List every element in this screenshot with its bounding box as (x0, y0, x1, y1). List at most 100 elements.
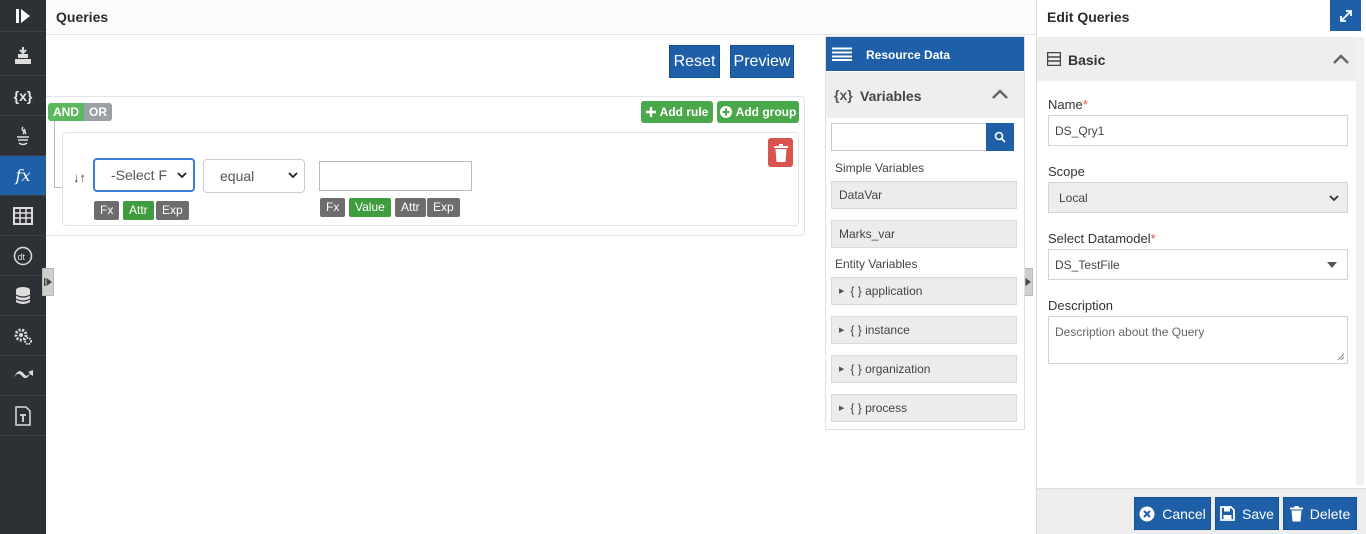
functions-icon[interactable]: fx (0, 156, 46, 196)
required-mark: * (1150, 231, 1156, 246)
plus-icon (645, 107, 656, 117)
workflow-icon[interactable] (0, 356, 46, 396)
entity-name: { } instance (850, 323, 910, 337)
variables-glyph: {x} (13, 87, 33, 104)
resource-data-panel: Resource Data {x} Variables Simple Varia… (825, 36, 1025, 430)
variables-header[interactable]: {x} Variables (826, 72, 1024, 118)
left-exp-tag[interactable]: Exp (156, 201, 189, 220)
left-fx-tag[interactable]: Fx (94, 201, 120, 220)
simple-variable-item[interactable]: DataVar (831, 181, 1017, 209)
simple-variable-item[interactable]: Marks_var (831, 220, 1017, 248)
edit-panel-scrollbar[interactable] (1356, 37, 1364, 485)
right-attr-tag[interactable]: Attr (395, 198, 426, 217)
variables-icon[interactable]: {x} (0, 76, 46, 116)
chevron-down-icon (177, 172, 187, 179)
delete-rule-button[interactable] (768, 138, 793, 167)
scope-select[interactable]: Local (1048, 182, 1348, 213)
save-button[interactable]: Save (1215, 497, 1279, 530)
basic-section-header[interactable]: Basic (1037, 37, 1362, 81)
reset-button[interactable]: Reset (669, 45, 720, 78)
datatable-icon[interactable]: dt (0, 236, 46, 276)
caret-right-icon: ▶ (839, 405, 845, 412)
resize-grip-icon[interactable] (1337, 353, 1345, 361)
field-select[interactable]: -Select F (93, 158, 195, 192)
drag-sort-icon[interactable]: ↓↑ (73, 170, 86, 185)
expand-arrows-icon (1339, 9, 1352, 22)
variable-search-button[interactable] (986, 123, 1014, 151)
add-rule-button[interactable]: Add rule (641, 101, 713, 123)
settings-gears-icon[interactable] (0, 316, 46, 356)
left-panel-handle[interactable] (42, 268, 54, 296)
cancel-circle-icon (1139, 506, 1155, 521)
page-title: Queries (56, 9, 109, 25)
entity-variable-item[interactable]: ▶ { } instance (831, 316, 1017, 344)
datamodel-select[interactable]: DS_TestFile (1048, 249, 1348, 280)
simple-variables-label: Simple Variables (835, 161, 925, 175)
variables-title: Variables (860, 88, 922, 104)
list-icon (832, 47, 852, 61)
name-label: Name* (1048, 97, 1088, 112)
variable-search-input[interactable] (831, 123, 987, 151)
edit-queries-header: Edit Queries (1037, 0, 1366, 35)
database-icon[interactable] (0, 276, 46, 316)
description-placeholder: Description about the Query (1055, 325, 1205, 339)
form-icon (1047, 52, 1061, 66)
description-label: Description (1048, 298, 1114, 313)
operator-select[interactable]: equal (203, 159, 305, 193)
description-textarea[interactable]: Description about the Query (1048, 316, 1348, 364)
expand-panel-button[interactable] (1330, 0, 1361, 31)
resource-data-header[interactable]: Resource Data (826, 37, 1024, 71)
caret-right-icon: ▶ (839, 288, 845, 295)
name-input-value: DS_Qry1 (1055, 123, 1105, 138)
right-value-tag[interactable]: Value (349, 198, 391, 217)
edit-footer: Cancel Save Delete (1037, 488, 1366, 534)
preview-button[interactable]: Preview (730, 45, 794, 78)
floppy-disk-icon (1220, 506, 1235, 521)
delete-label: Delete (1309, 505, 1351, 522)
variable-name: DataVar (839, 188, 883, 202)
save-label: Save (1242, 505, 1274, 522)
java-icon[interactable] (0, 116, 46, 156)
field-select-value: -Select F (111, 167, 168, 183)
entity-name: { } process (850, 401, 908, 415)
required-mark: * (1082, 97, 1088, 112)
svg-text:dt: dt (18, 252, 26, 262)
or-button[interactable]: OR (84, 103, 112, 121)
name-label-text: Name (1048, 97, 1083, 112)
caret-right-icon: ▶ (839, 327, 845, 334)
and-button[interactable]: AND (48, 103, 84, 121)
chevron-down-icon (288, 172, 298, 179)
import-icon[interactable] (0, 36, 46, 76)
cancel-button[interactable]: Cancel (1134, 497, 1211, 530)
chevron-up-icon[interactable] (992, 89, 1008, 99)
right-exp-tag[interactable]: Exp (427, 198, 460, 217)
add-rule-label: Add rule (659, 105, 709, 119)
right-fx-tag[interactable]: Fx (320, 198, 346, 217)
text-template-icon[interactable] (0, 396, 46, 436)
entity-variables-label: Entity Variables (835, 257, 918, 271)
chevron-up-icon[interactable] (1333, 54, 1349, 64)
entity-variable-item[interactable]: ▶ { } organization (831, 355, 1017, 383)
cancel-label: Cancel (1162, 505, 1206, 522)
basic-section-title: Basic (1068, 52, 1106, 68)
add-group-button[interactable]: Add group (717, 101, 799, 123)
variables-fx-icon: {x} (834, 87, 853, 103)
rule-value-input[interactable] (319, 161, 472, 191)
queries-header: Queries (46, 0, 1036, 35)
scope-select-value: Local (1059, 190, 1088, 205)
variable-name: Marks_var (839, 227, 896, 241)
operator-select-value: equal (220, 168, 255, 184)
entity-variable-item[interactable]: ▶ { } process (831, 394, 1017, 422)
datamodel-label-text: Select Datamodel (1048, 231, 1151, 246)
entity-name: { } application (850, 284, 923, 298)
delete-button[interactable]: Delete (1283, 497, 1357, 530)
functions-glyph: fx (15, 166, 31, 185)
table-icon[interactable] (0, 196, 46, 236)
datamodel-label: Select Datamodel* (1048, 231, 1156, 246)
entity-name: { } organization (850, 362, 931, 376)
entity-variable-item[interactable]: ▶ { } application (831, 277, 1017, 305)
collapse-nav-icon[interactable] (0, 0, 46, 32)
left-attr-tag[interactable]: Attr (123, 201, 154, 220)
condition-toggle: AND OR (48, 103, 112, 121)
name-input[interactable]: DS_Qry1 (1048, 115, 1348, 146)
